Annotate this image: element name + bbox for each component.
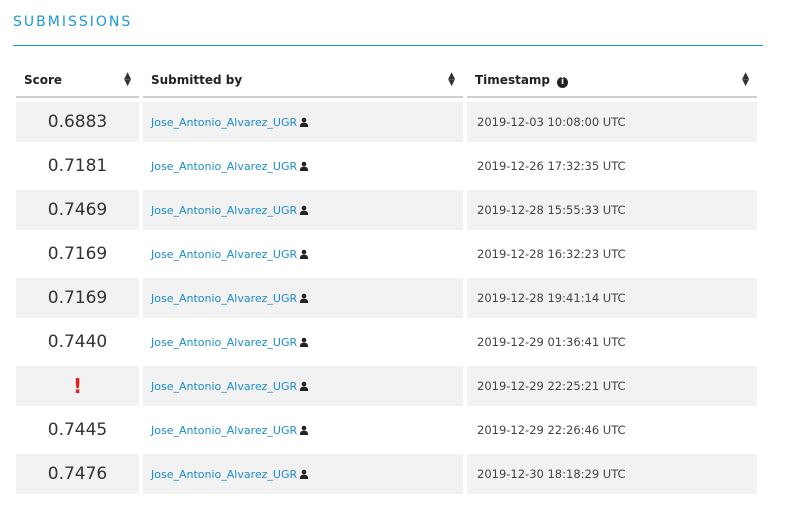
sort-icon[interactable]: ▲ ▼ [742,72,749,88]
user-link[interactable]: Jose_Antonio_Alvarez_UGR [151,380,297,393]
user-link[interactable]: Jose_Antonio_Alvarez_UGR [151,116,297,129]
submitted-by-cell: Jose_Antonio_Alvarez_UGR [143,322,463,362]
score-value: 0.7169 [47,288,108,308]
table-header-row: Score ▲ ▼ Submitted by ▲ ▼ Timestamp i ▲ ▼ [16,64,757,98]
table-row: 0.6883 Jose_Antonio_Alvarez_UGR 2019-12-03… [16,102,757,142]
score-cell: 0.6883 [16,102,139,142]
column-header-submitted-by[interactable]: Submitted by ▲ ▼ [143,64,463,98]
table-body: 0.6883 Jose_Antonio_Alvarez_UGR 2019-12-03… [16,102,757,494]
timestamp-cell: 2019-12-28 16:32:23 UTC [467,234,757,274]
timestamp-value: 2019-12-29 22:25:21 UTC [477,379,626,393]
user-icon [299,160,309,174]
column-header-label: Timestamp [475,72,551,87]
submitted-by-cell: Jose_Antonio_Alvarez_UGR [143,190,463,230]
score-value: 0.7440 [47,332,108,352]
score-cell: 0.7445 [16,410,139,450]
sort-icon[interactable]: ▲ ▼ [448,72,455,88]
timestamp-value: 2019-12-28 19:41:14 UTC [477,291,626,305]
user-link[interactable]: Jose_Antonio_Alvarez_UGR [151,160,297,173]
score-cell: 0.7169 [16,234,139,274]
info-icon[interactable]: i [557,76,569,88]
column-header-label: Score [24,73,63,87]
user-icon [299,116,309,130]
submitted-by-cell: Jose_Antonio_Alvarez_UGR [143,234,463,274]
timestamp-value: 2019-12-29 22:26:46 UTC [477,423,626,437]
user-icon [299,336,309,350]
score-value: 0.6883 [47,112,108,132]
submitted-by-cell: Jose_Antonio_Alvarez_UGR [143,278,463,318]
score-value: 0.7469 [47,200,108,220]
timestamp-cell: 2019-12-03 10:08:00 UTC [467,102,757,142]
table-row: 0.7181 Jose_Antonio_Alvarez_UGR 2019-12-26… [16,146,757,186]
column-header-label: Submitted by [151,73,243,87]
score-value: 0.7181 [47,156,108,176]
timestamp-cell: 2019-12-29 22:26:46 UTC [467,410,757,450]
submitted-by-cell: Jose_Antonio_Alvarez_UGR [143,366,463,406]
user-link[interactable]: Jose_Antonio_Alvarez_UGR [151,424,297,437]
user-link[interactable]: Jose_Antonio_Alvarez_UGR [151,292,297,305]
timestamp-value: 2019-12-28 15:55:33 UTC [477,203,626,217]
score-cell: 0.7440 [16,322,139,362]
timestamp-value: 2019-12-26 17:32:35 UTC [477,159,626,173]
score-cell: 0.7181 [16,146,139,186]
user-link[interactable]: Jose_Antonio_Alvarez_UGR [151,468,297,481]
timestamp-cell: 2019-12-28 15:55:33 UTC [467,190,757,230]
error-icon: ! [72,374,83,398]
timestamp-value: 2019-12-30 18:18:29 UTC [477,467,626,481]
timestamp-cell: 2019-12-29 01:36:41 UTC [467,322,757,362]
column-header-timestamp[interactable]: Timestamp i ▲ ▼ [467,64,757,98]
user-icon [299,204,309,218]
user-icon [299,468,309,482]
user-icon [299,248,309,262]
sort-icon[interactable]: ▲ ▼ [124,72,131,88]
table-row: 0.7440 Jose_Antonio_Alvarez_UGR 2019-12-29… [16,322,757,362]
timestamp-cell: 2019-12-26 17:32:35 UTC [467,146,757,186]
table-row: ! Jose_Antonio_Alvarez_UGR 2019-12-29 22:2… [16,366,757,406]
user-icon [299,380,309,394]
score-cell: 0.7476 [16,454,139,494]
table-row: 0.7169 Jose_Antonio_Alvarez_UGR 2019-12-28… [16,278,757,318]
table-row: 0.7469 Jose_Antonio_Alvarez_UGR 2019-12-28… [16,190,757,230]
score-cell: 0.7469 [16,190,139,230]
timestamp-value: 2019-12-03 10:08:00 UTC [477,115,626,129]
score-cell: 0.7169 [16,278,139,318]
timestamp-cell: 2019-12-30 18:18:29 UTC [467,454,757,494]
title-divider [13,45,763,46]
table-row: 0.7476 Jose_Antonio_Alvarez_UGR 2019-12-30… [16,454,757,494]
section-title: SUBMISSIONS [13,14,133,30]
submitted-by-cell: Jose_Antonio_Alvarez_UGR [143,410,463,450]
timestamp-cell: 2019-12-29 22:25:21 UTC [467,366,757,406]
timestamp-value: 2019-12-28 16:32:23 UTC [477,247,626,261]
table-row: 0.7169 Jose_Antonio_Alvarez_UGR 2019-12-28… [16,234,757,274]
timestamp-value: 2019-12-29 01:36:41 UTC [477,335,626,349]
user-link[interactable]: Jose_Antonio_Alvarez_UGR [151,336,297,349]
column-header-score[interactable]: Score ▲ ▼ [16,64,139,98]
user-link[interactable]: Jose_Antonio_Alvarez_UGR [151,204,297,217]
score-cell: ! [16,366,139,406]
submitted-by-cell: Jose_Antonio_Alvarez_UGR [143,146,463,186]
user-icon [299,424,309,438]
score-value: 0.7169 [47,244,108,264]
score-value: 0.7445 [47,420,108,440]
score-value: 0.7476 [47,464,108,484]
timestamp-cell: 2019-12-28 19:41:14 UTC [467,278,757,318]
user-icon [299,292,309,306]
table-row: 0.7445 Jose_Antonio_Alvarez_UGR 2019-12-29… [16,410,757,450]
user-link[interactable]: Jose_Antonio_Alvarez_UGR [151,248,297,261]
submitted-by-cell: Jose_Antonio_Alvarez_UGR [143,454,463,494]
submitted-by-cell: Jose_Antonio_Alvarez_UGR [143,102,463,142]
submissions-table: Score ▲ ▼ Submitted by ▲ ▼ Timestamp i ▲ ▼ 0… [12,60,761,498]
